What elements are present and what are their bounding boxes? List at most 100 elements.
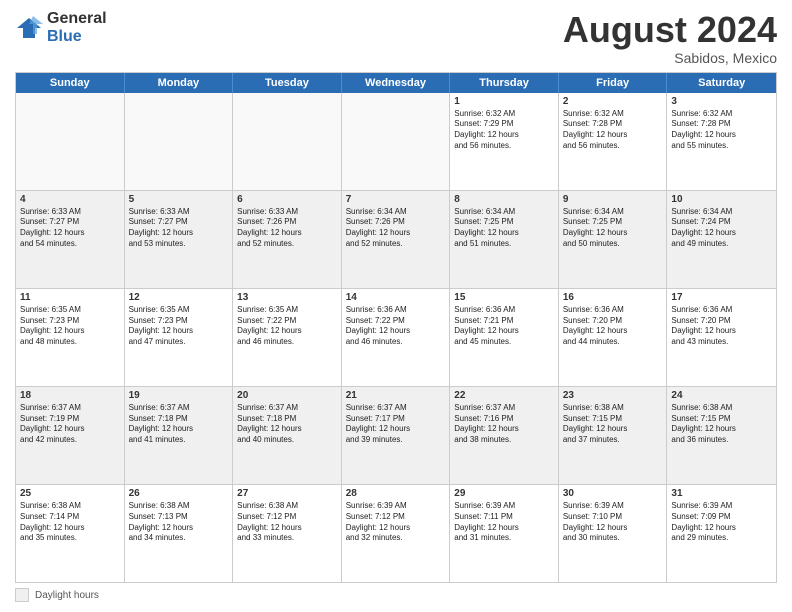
- cell-info: Sunrise: 6:36 AMSunset: 7:20 PMDaylight:…: [563, 305, 663, 348]
- logo-icon: [15, 14, 43, 42]
- calendar-cell: 25 Sunrise: 6:38 AMSunset: 7:14 PMDayligh…: [16, 485, 125, 582]
- calendar-cell: 21 Sunrise: 6:37 AMSunset: 7:17 PMDayligh…: [342, 387, 451, 484]
- day-number: 27: [237, 488, 337, 499]
- day-number: 11: [20, 292, 120, 303]
- cell-info: Sunrise: 6:36 AMSunset: 7:20 PMDaylight:…: [671, 305, 772, 348]
- calendar-cell: 20 Sunrise: 6:37 AMSunset: 7:18 PMDayligh…: [233, 387, 342, 484]
- cell-info: Sunrise: 6:39 AMSunset: 7:12 PMDaylight:…: [346, 501, 446, 544]
- header-day-monday: Monday: [125, 73, 234, 93]
- cell-info: Sunrise: 6:35 AMSunset: 7:22 PMDaylight:…: [237, 305, 337, 348]
- calendar-cell: 18 Sunrise: 6:37 AMSunset: 7:19 PMDayligh…: [16, 387, 125, 484]
- cell-info: Sunrise: 6:34 AMSunset: 7:26 PMDaylight:…: [346, 207, 446, 250]
- day-number: 28: [346, 488, 446, 499]
- cell-info: Sunrise: 6:34 AMSunset: 7:25 PMDaylight:…: [454, 207, 554, 250]
- calendar-cell: 29Sunrise: 6:39 AMSunset: 7:11 PMDayligh…: [450, 485, 559, 582]
- cell-info: Sunrise: 6:32 AMSunset: 7:29 PMDaylight:…: [454, 109, 554, 152]
- calendar-cell: 15Sunrise: 6:36 AMSunset: 7:21 PMDayligh…: [450, 289, 559, 386]
- cell-info: Sunrise: 6:35 AMSunset: 7:23 PMDaylight:…: [20, 305, 120, 348]
- calendar-cell: 6Sunrise: 6:33 AMSunset: 7:26 PMDaylight…: [233, 191, 342, 288]
- day-number: 18: [20, 390, 120, 401]
- cell-info: Sunrise: 6:38 AMSunset: 7:13 PMDaylight:…: [129, 501, 229, 544]
- header: General Blue August 2024 Sabidos, Mexico: [15, 10, 777, 66]
- day-number: 10: [671, 194, 772, 205]
- month-year-title: August 2024: [563, 10, 777, 50]
- day-number: 3: [671, 96, 772, 107]
- calendar-cell: 3 Sunrise: 6:32 AMSunset: 7:28 PMDaylight…: [667, 93, 776, 190]
- cell-info: Sunrise: 6:33 AMSunset: 7:27 PMDaylight:…: [20, 207, 120, 250]
- cell-info: Sunrise: 6:38 AMSunset: 7:15 PMDaylight:…: [563, 403, 663, 446]
- calendar-cell: 11 Sunrise: 6:35 AMSunset: 7:23 PMDayligh…: [16, 289, 125, 386]
- calendar-cell: 1 Sunrise: 6:32 AMSunset: 7:29 PMDaylight…: [450, 93, 559, 190]
- calendar: SundayMondayTuesdayWednesdayThursdayFrid…: [15, 72, 777, 583]
- cell-info: Sunrise: 6:39 AMSunset: 7:10 PMDaylight:…: [563, 501, 663, 544]
- calendar-cell: [125, 93, 234, 190]
- day-number: 22: [454, 390, 554, 401]
- cell-info: Sunrise: 6:37 AMSunset: 7:18 PMDaylight:…: [237, 403, 337, 446]
- calendar-week-1: 4 Sunrise: 6:33 AMSunset: 7:27 PMDaylight…: [16, 191, 776, 289]
- calendar-cell: 22Sunrise: 6:37 AMSunset: 7:16 PMDayligh…: [450, 387, 559, 484]
- calendar-cell: 5 Sunrise: 6:33 AMSunset: 7:27 PMDaylight…: [125, 191, 234, 288]
- day-number: 24: [671, 390, 772, 401]
- cell-info: Sunrise: 6:39 AMSunset: 7:09 PMDaylight:…: [671, 501, 772, 544]
- header-day-sunday: Sunday: [16, 73, 125, 93]
- day-number: 31: [671, 488, 772, 499]
- calendar-week-0: 1 Sunrise: 6:32 AMSunset: 7:29 PMDaylight…: [16, 93, 776, 191]
- header-day-tuesday: Tuesday: [233, 73, 342, 93]
- cell-info: Sunrise: 6:36 AMSunset: 7:21 PMDaylight:…: [454, 305, 554, 348]
- cell-info: Sunrise: 6:38 AMSunset: 7:14 PMDaylight:…: [20, 501, 120, 544]
- calendar-body: 1 Sunrise: 6:32 AMSunset: 7:29 PMDaylight…: [16, 93, 776, 582]
- cell-info: Sunrise: 6:33 AMSunset: 7:27 PMDaylight:…: [129, 207, 229, 250]
- calendar-cell: 10 Sunrise: 6:34 AMSunset: 7:24 PMDayligh…: [667, 191, 776, 288]
- calendar-cell: 23Sunrise: 6:38 AMSunset: 7:15 PMDayligh…: [559, 387, 668, 484]
- day-number: 1: [454, 96, 554, 107]
- day-number: 4: [20, 194, 120, 205]
- header-day-thursday: Thursday: [450, 73, 559, 93]
- calendar-cell: 27Sunrise: 6:38 AMSunset: 7:12 PMDayligh…: [233, 485, 342, 582]
- calendar-cell: 13Sunrise: 6:35 AMSunset: 7:22 PMDayligh…: [233, 289, 342, 386]
- calendar-week-4: 25 Sunrise: 6:38 AMSunset: 7:14 PMDayligh…: [16, 485, 776, 582]
- calendar-cell: 31 Sunrise: 6:39 AMSunset: 7:09 PMDayligh…: [667, 485, 776, 582]
- cell-info: Sunrise: 6:32 AMSunset: 7:28 PMDaylight:…: [671, 109, 772, 152]
- calendar-week-2: 11 Sunrise: 6:35 AMSunset: 7:23 PMDayligh…: [16, 289, 776, 387]
- cell-info: Sunrise: 6:33 AMSunset: 7:26 PMDaylight:…: [237, 207, 337, 250]
- calendar-cell: 30 Sunrise: 6:39 AMSunset: 7:10 PMDayligh…: [559, 485, 668, 582]
- cell-info: Sunrise: 6:37 AMSunset: 7:17 PMDaylight:…: [346, 403, 446, 446]
- day-number: 16: [563, 292, 663, 303]
- calendar-cell: 14Sunrise: 6:36 AMSunset: 7:22 PMDayligh…: [342, 289, 451, 386]
- calendar-cell: 16 Sunrise: 6:36 AMSunset: 7:20 PMDayligh…: [559, 289, 668, 386]
- calendar-cell: [16, 93, 125, 190]
- calendar-cell: 28 Sunrise: 6:39 AMSunset: 7:12 PMDayligh…: [342, 485, 451, 582]
- day-number: 12: [129, 292, 229, 303]
- calendar-cell: 19Sunrise: 6:37 AMSunset: 7:18 PMDayligh…: [125, 387, 234, 484]
- day-number: 7: [346, 194, 446, 205]
- day-number: 2: [563, 96, 663, 107]
- calendar-cell: 26 Sunrise: 6:38 AMSunset: 7:13 PMDayligh…: [125, 485, 234, 582]
- day-number: 5: [129, 194, 229, 205]
- day-number: 25: [20, 488, 120, 499]
- calendar-cell: 4 Sunrise: 6:33 AMSunset: 7:27 PMDaylight…: [16, 191, 125, 288]
- calendar-cell: 17 Sunrise: 6:36 AMSunset: 7:20 PMDayligh…: [667, 289, 776, 386]
- daylight-label: Daylight hours: [35, 590, 99, 601]
- location-subtitle: Sabidos, Mexico: [563, 50, 777, 66]
- day-number: 30: [563, 488, 663, 499]
- cell-info: Sunrise: 6:36 AMSunset: 7:22 PMDaylight:…: [346, 305, 446, 348]
- day-number: 21: [346, 390, 446, 401]
- header-day-saturday: Saturday: [667, 73, 776, 93]
- day-number: 20: [237, 390, 337, 401]
- calendar-header: SundayMondayTuesdayWednesdayThursdayFrid…: [16, 73, 776, 93]
- day-number: 17: [671, 292, 772, 303]
- cell-info: Sunrise: 6:37 AMSunset: 7:19 PMDaylight:…: [20, 403, 120, 446]
- calendar-cell: 9Sunrise: 6:34 AMSunset: 7:25 PMDaylight…: [559, 191, 668, 288]
- day-number: 29: [454, 488, 554, 499]
- logo-blue-text: Blue: [47, 28, 107, 46]
- cell-info: Sunrise: 6:35 AMSunset: 7:23 PMDaylight:…: [129, 305, 229, 348]
- cell-info: Sunrise: 6:38 AMSunset: 7:15 PMDaylight:…: [671, 403, 772, 446]
- cell-info: Sunrise: 6:34 AMSunset: 7:24 PMDaylight:…: [671, 207, 772, 250]
- calendar-cell: [233, 93, 342, 190]
- calendar-cell: [342, 93, 451, 190]
- day-number: 26: [129, 488, 229, 499]
- footer: Daylight hours: [15, 588, 777, 602]
- calendar-week-3: 18 Sunrise: 6:37 AMSunset: 7:19 PMDayligh…: [16, 387, 776, 485]
- calendar-cell: 8 Sunrise: 6:34 AMSunset: 7:25 PMDaylight…: [450, 191, 559, 288]
- day-number: 8: [454, 194, 554, 205]
